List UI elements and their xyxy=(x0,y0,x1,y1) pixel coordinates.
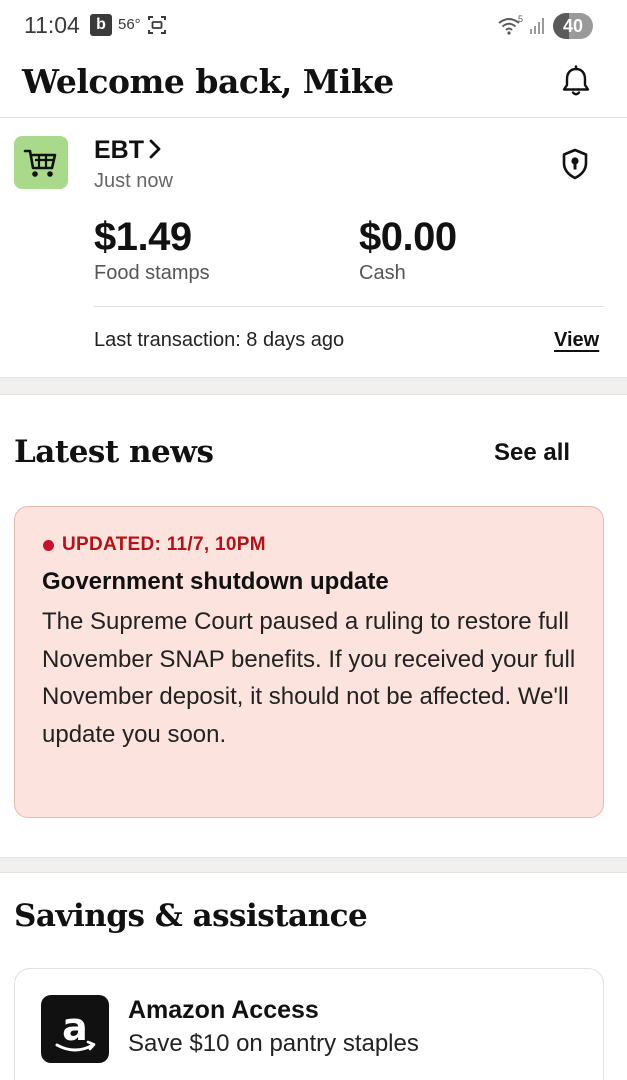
app-screen: 11:04 b 56° 5 40 Welcome back, Mike EBT … xyxy=(0,0,627,1080)
news-headline: Government shutdown update xyxy=(42,568,389,595)
offer-title: Amazon Access xyxy=(128,996,319,1024)
svg-text:a: a xyxy=(62,1005,88,1049)
news-section-title: Latest news xyxy=(14,434,214,470)
ebt-card-icon xyxy=(14,136,68,189)
see-all-news-link[interactable]: See all xyxy=(494,439,570,467)
section-separator xyxy=(0,857,627,873)
view-transactions-link[interactable]: View xyxy=(554,329,599,352)
alert-dot-icon xyxy=(43,540,54,551)
status-bar: 11:04 b 56° 5 40 xyxy=(0,0,627,52)
status-time: 11:04 xyxy=(24,12,80,38)
news-body: The Supreme Court paused a ruling to res… xyxy=(42,608,576,748)
app-header: Welcome back, Mike xyxy=(0,52,627,118)
status-temperature: 56° xyxy=(118,16,141,33)
shopping-cart-icon xyxy=(23,149,57,177)
food-stamps-label: Food stamps xyxy=(94,262,210,284)
divider xyxy=(94,306,604,307)
ebt-updated-time: Just now xyxy=(94,170,173,192)
amazon-logo-glyph: a xyxy=(55,1005,96,1052)
news-card[interactable]: UPDATED: 11/7, 10PM Government shutdown … xyxy=(14,506,604,818)
shield-lock-icon[interactable] xyxy=(559,147,591,181)
battery-indicator: 40 xyxy=(553,13,593,39)
offer-card-amazon[interactable]: a Amazon Access Save $10 on pantry stapl… xyxy=(14,968,604,1080)
news-updated-tag: UPDATED: 11/7, 10PM xyxy=(62,534,266,555)
cash-balance: $0.00 xyxy=(359,215,457,259)
battery-level: 40 xyxy=(562,16,584,36)
chevron-right-icon[interactable] xyxy=(146,137,164,161)
bell-icon[interactable] xyxy=(558,64,594,100)
signal-icon xyxy=(530,18,544,34)
wifi-icon: 5 xyxy=(498,14,523,35)
amazon-logo-icon: a xyxy=(41,995,109,1063)
ebt-account-link[interactable]: EBT xyxy=(94,136,144,165)
wifi-label: 5 xyxy=(518,14,523,24)
savings-section-title: Savings & assistance xyxy=(14,898,368,934)
section-separator xyxy=(0,377,627,395)
last-transaction-text: Last transaction: 8 days ago xyxy=(94,329,345,351)
app-badge-icon: b xyxy=(90,14,112,36)
screenshot-icon xyxy=(148,16,166,34)
page-title: Welcome back, Mike xyxy=(22,62,394,101)
ebt-balance-card: EBT Just now $1.49 Food stamps $0.00 Cas… xyxy=(0,119,627,377)
cash-label: Cash xyxy=(359,262,406,284)
food-stamps-balance: $1.49 xyxy=(94,215,192,259)
offer-subtitle: Save $10 on pantry staples xyxy=(128,1030,419,1057)
